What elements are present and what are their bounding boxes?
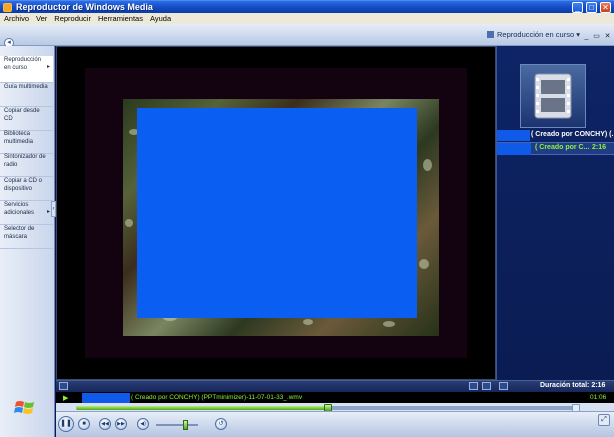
windows-logo-icon xyxy=(14,401,34,414)
taskbar-item-now-playing[interactable]: Reproducción en curso ▸ xyxy=(0,56,53,83)
playlist-item-duration: 2:16 xyxy=(592,144,607,151)
total-duration: Duración total: 2:16 xyxy=(540,382,606,389)
video-toolbar xyxy=(56,380,614,392)
redacted-playlist-thumb xyxy=(497,143,531,155)
taskbar-item-label: Reproducción en curso xyxy=(4,57,42,71)
shuffle-button[interactable]: ↺ xyxy=(215,418,227,430)
taskbar-item-copy-from-cd[interactable]: Copiar desde CD xyxy=(0,107,53,131)
chevron-down-icon: ▾ xyxy=(576,30,580,39)
menu-ayuda[interactable]: Ayuda xyxy=(146,13,174,23)
pause-button[interactable]: ❚❚ xyxy=(58,416,74,432)
title-bar[interactable]: Reproductor de Windows Media _ □ ✕ xyxy=(0,0,614,13)
taskbar-item-label: Servicios adicionales xyxy=(4,202,35,216)
view-selector[interactable]: Reproducción en curso ▾ xyxy=(487,30,580,42)
taskbar-item-label: Selector de máscara xyxy=(4,226,35,240)
chevron-right-icon: ▸ xyxy=(46,64,50,70)
chevron-right-icon: ▸ xyxy=(46,209,50,215)
media-player-icon xyxy=(3,3,12,12)
menu-herramientas[interactable]: Herramientas xyxy=(94,13,146,23)
now-playing-icon xyxy=(487,31,494,38)
taskbar-item-label: Guía multimedia xyxy=(4,84,48,90)
previous-button[interactable]: ◀◀ xyxy=(99,418,111,430)
taskbar-item-label: Copiar a CD o dispositivo xyxy=(4,178,43,192)
playlist-item-title[interactable]: ( Creado por C... xyxy=(535,144,589,155)
redacted-playlist-thumb xyxy=(497,130,530,141)
mute-button[interactable]: ◀) xyxy=(137,418,149,430)
taskbar-item-premium-services[interactable]: Servicios adicionales ▸ xyxy=(0,201,53,225)
minimize-button[interactable]: _ xyxy=(572,2,583,13)
restore-icon[interactable]: ▭ xyxy=(592,33,601,41)
fullscreen-button[interactable]: ⤢ xyxy=(598,414,610,426)
elapsed-time: 01:06 xyxy=(590,394,607,401)
taskbar-item-label: Sintonizador de radio xyxy=(4,154,46,168)
volume-slider[interactable] xyxy=(156,424,198,426)
menu-archivo[interactable]: Archivo xyxy=(0,13,32,23)
volume-thumb[interactable] xyxy=(183,420,188,430)
close-panel-icon[interactable]: ✕ xyxy=(603,33,612,41)
menu-reproducir[interactable]: Reproducir xyxy=(50,13,94,23)
menu-bar: Archivo Ver Reproducir Herramientas Ayuda xyxy=(0,13,614,24)
seek-progress xyxy=(76,406,328,410)
playlist-options-icon[interactable] xyxy=(499,382,508,390)
view-selector-label: Reproducción en curso xyxy=(497,30,575,39)
close-button[interactable]: ✕ xyxy=(600,2,611,13)
playlist-item-title[interactable]: ( Creado por CONCHY) (... xyxy=(531,131,614,142)
compact-mode-icon[interactable]: _ xyxy=(582,33,591,41)
taskbar-item-label: Copiar desde CD xyxy=(4,108,40,122)
fit-video-icon[interactable] xyxy=(482,382,491,390)
redacted-status-region xyxy=(82,393,130,403)
now-playing-title: ( Creado por CONCHY) (PPTminimizer)-11-0… xyxy=(131,394,303,401)
taskbar-item-label: Biblioteca multimedia xyxy=(4,131,34,145)
stop-button[interactable]: ■ xyxy=(78,418,90,430)
menu-ver[interactable]: Ver xyxy=(32,13,50,23)
window-title: Reproductor de Windows Media xyxy=(16,2,153,12)
next-button[interactable]: ▶▶ xyxy=(115,418,127,430)
visualization-icon[interactable] xyxy=(59,382,68,390)
play-state-icon: ▶ xyxy=(63,395,69,402)
taskbar-item-media-library[interactable]: Biblioteca multimedia xyxy=(0,130,53,154)
redacted-video-region xyxy=(137,108,417,318)
taskbar-item-copy-to-cd[interactable]: Copiar a CD o dispositivo xyxy=(0,177,53,201)
maximize-button[interactable]: □ xyxy=(586,2,597,13)
taskbar-item-media-guide[interactable]: Guía multimedia xyxy=(0,83,53,107)
taskbar-item-radio-tuner[interactable]: Sintonizador de radio xyxy=(0,153,53,177)
view-full-mode-icon[interactable] xyxy=(469,382,478,390)
film-reel-icon xyxy=(534,73,572,119)
taskbar-item-skin-chooser[interactable]: Selector de máscara xyxy=(0,225,53,249)
